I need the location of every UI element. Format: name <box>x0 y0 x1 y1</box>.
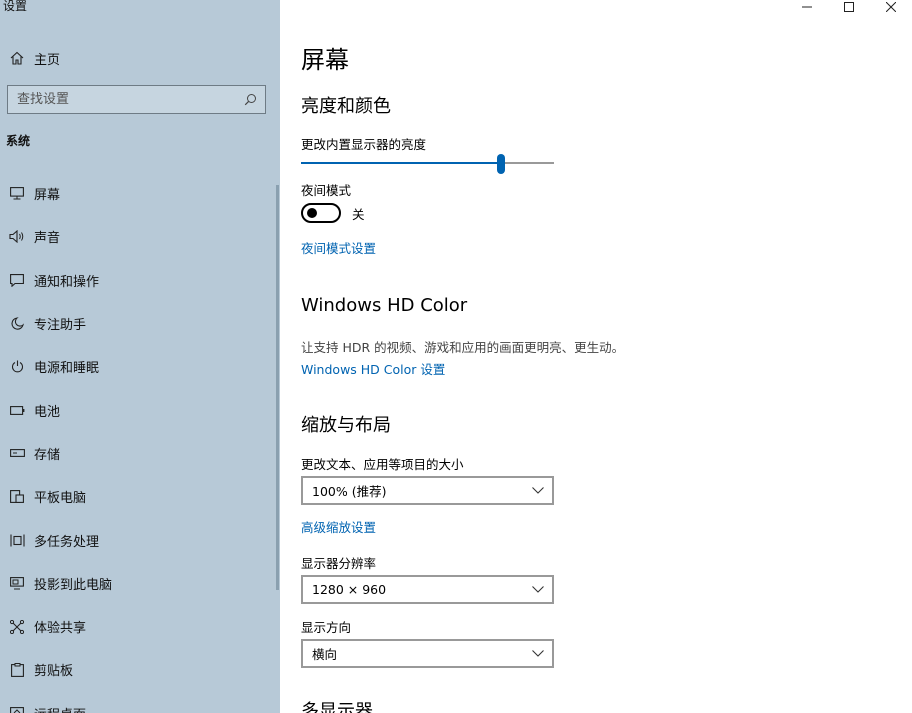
scale-label: 更改文本、应用等项目的大小 <box>301 457 464 472</box>
multitask-icon <box>0 534 34 547</box>
sidebar-item-label: 专注助手 <box>34 318 87 334</box>
battery-icon <box>0 405 34 415</box>
hd-color-heading: Windows HD Color <box>301 295 468 316</box>
sidebar-home-label: 主页 <box>34 52 61 68</box>
section-title: 系统 <box>6 134 31 148</box>
sidebar-item-notifications[interactable]: 通知和操作 <box>0 259 276 302</box>
tablet-icon <box>0 490 34 504</box>
brightness-track-filled <box>301 162 501 164</box>
brightness-label: 更改内置显示器的亮度 <box>301 137 427 152</box>
toggle-knob <box>307 208 317 218</box>
search-input[interactable] <box>17 92 244 107</box>
sidebar-item-battery[interactable]: 电池 <box>0 388 276 431</box>
sidebar-item-label: 体验共享 <box>34 621 87 637</box>
sidebar-item-tablet[interactable]: 平板电脑 <box>0 475 276 518</box>
sidebar-item-label: 存储 <box>34 447 61 463</box>
sidebar-item-label: 电源和睡眠 <box>34 361 100 377</box>
sidebar-item-label: 声音 <box>34 231 61 247</box>
clipboard-icon <box>0 662 34 677</box>
page-title: 屏幕 <box>301 46 349 74</box>
hd-color-description: 让支持 HDR 的视频、游戏和应用的画面更明亮、更生动。 <box>301 340 625 355</box>
sidebar-item-remote-desktop[interactable]: 远程桌面 <box>0 692 276 713</box>
app-title: 设置 <box>3 0 28 13</box>
advanced-scaling-link[interactable]: 高级缩放设置 <box>301 517 376 536</box>
sidebar-item-power[interactable]: 电源和睡眠 <box>0 345 276 388</box>
orientation-label: 显示方向 <box>301 620 352 635</box>
brightness-slider-thumb[interactable] <box>497 154 505 174</box>
close-button[interactable] <box>870 0 912 14</box>
chevron-down-icon <box>532 586 544 593</box>
sidebar-item-project[interactable]: 投影到此电脑 <box>0 562 276 605</box>
project-icon <box>0 576 34 590</box>
night-mode-toggle[interactable] <box>301 203 341 223</box>
sidebar-item-label: 远程桌面 <box>34 704 86 713</box>
resolution-label: 显示器分辨率 <box>301 556 377 571</box>
night-mode-label: 夜间模式 <box>301 183 352 198</box>
home-icon <box>0 51 34 65</box>
maximize-icon <box>844 2 854 12</box>
window-controls <box>786 0 912 14</box>
chevron-down-icon <box>532 650 544 657</box>
speaker-icon <box>0 230 34 244</box>
sidebar-item-multitasking[interactable]: 多任务处理 <box>0 518 276 561</box>
minimize-button[interactable] <box>786 0 828 14</box>
sidebar-item-focus-assist[interactable]: 专注助手 <box>0 302 276 345</box>
sidebar-item-sound[interactable]: 声音 <box>0 215 276 258</box>
storage-icon <box>0 449 34 458</box>
sidebar-item-label: 投影到此电脑 <box>34 577 113 593</box>
scale-dropdown[interactable]: 100% (推荐) <box>301 476 554 505</box>
orientation-dropdown[interactable]: 横向 <box>301 639 554 668</box>
maximize-button[interactable] <box>828 0 870 14</box>
sidebar-item-label: 剪贴板 <box>34 664 74 680</box>
remote-desktop-icon <box>0 706 34 713</box>
night-mode-state: 关 <box>352 206 365 222</box>
search-box[interactable] <box>7 85 266 114</box>
moon-icon <box>0 317 34 330</box>
notification-icon <box>0 273 34 287</box>
brightness-track-empty <box>505 162 554 164</box>
sidebar-item-shared-experiences[interactable]: 体验共享 <box>0 605 276 648</box>
share-icon <box>0 619 34 634</box>
minimize-icon <box>802 2 812 12</box>
scale-layout-heading: 缩放与布局 <box>301 415 391 436</box>
orientation-dropdown-value: 横向 <box>312 647 338 662</box>
hd-color-settings-link[interactable]: Windows HD Color 设置 <box>301 359 445 378</box>
night-mode-settings-link[interactable]: 夜间模式设置 <box>301 238 376 257</box>
sidebar-item-label: 通知和操作 <box>34 274 100 290</box>
brightness-slider[interactable] <box>301 154 554 174</box>
resolution-dropdown[interactable]: 1280 × 960 <box>301 575 554 604</box>
power-icon <box>0 360 34 373</box>
sidebar-home[interactable]: 主页 <box>0 44 280 72</box>
sidebar-item-label: 平板电脑 <box>34 491 87 507</box>
sidebar-nav: 屏幕 声音 通知和操作 专注助手 电源和睡眠 电池 存储 平板电脑 多任务处理 … <box>0 172 276 713</box>
sidebar-item-storage[interactable]: 存储 <box>0 432 276 475</box>
resolution-dropdown-value: 1280 × 960 <box>312 582 387 597</box>
chevron-down-icon <box>532 487 544 494</box>
sidebar-scrollbar[interactable] <box>276 185 279 590</box>
sidebar-item-label: 电池 <box>34 404 61 420</box>
close-icon <box>886 2 896 12</box>
sidebar: 设置 主页 系统 屏幕 声音 通知和操作 <box>0 0 280 713</box>
brightness-color-heading: 亮度和颜色 <box>301 96 391 117</box>
sidebar-item-label: 多任务处理 <box>34 534 100 550</box>
sidebar-item-clipboard[interactable]: 剪贴板 <box>0 648 276 691</box>
multi-display-heading: 多显示器 <box>301 701 373 713</box>
search-icon[interactable] <box>244 93 257 106</box>
sidebar-item-label: 屏幕 <box>34 188 61 204</box>
sidebar-item-display[interactable]: 屏幕 <box>0 172 276 215</box>
night-mode-row: 关 <box>301 203 365 223</box>
scale-dropdown-value: 100% (推荐) <box>312 484 387 499</box>
main-content: 屏幕 亮度和颜色 更改内置显示器的亮度 夜间模式 关 夜间模式设置 Window… <box>280 0 912 713</box>
monitor-icon <box>0 187 34 200</box>
